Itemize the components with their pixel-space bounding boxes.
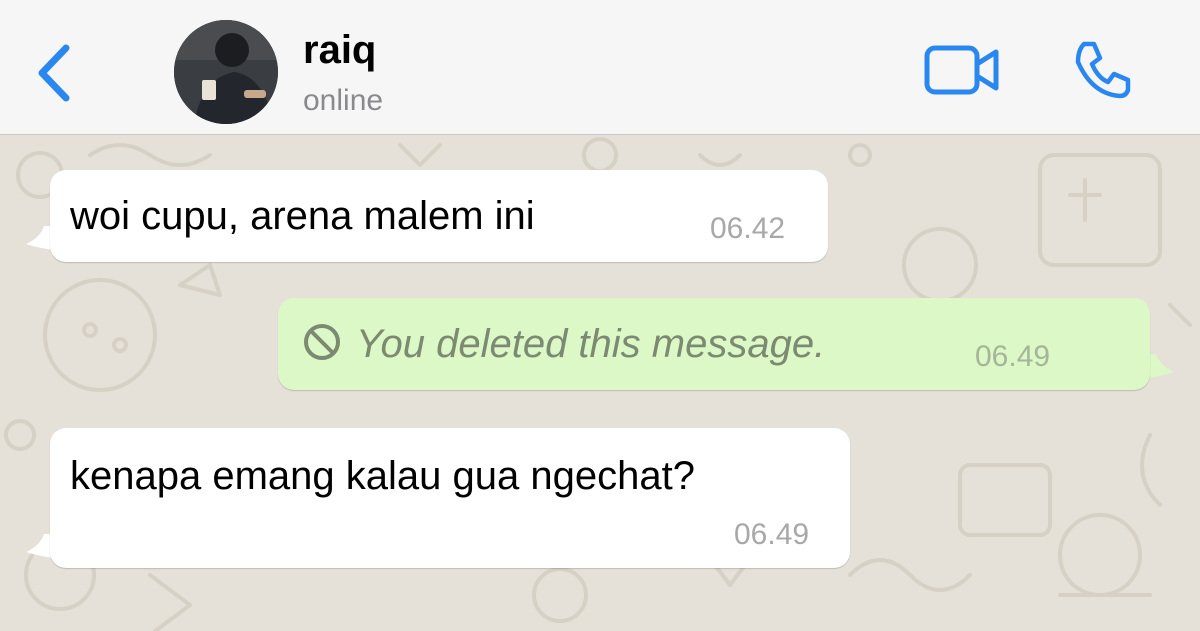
voice-call-button[interactable] [1068,38,1134,104]
back-button[interactable] [30,38,80,108]
phone-icon [1075,41,1131,99]
video-camera-icon [924,45,999,95]
prohibited-icon [304,324,340,360]
contact-name[interactable]: raiq [303,28,376,73]
message-timestamp: 06.49 [975,340,1051,373]
chevron-left-icon [38,44,70,102]
avatar[interactable] [174,20,278,124]
message-bubble-outgoing-deleted[interactable]: You deleted this message. 06.49 [278,298,1150,390]
message-timestamp: 06.42 [710,212,786,245]
deleted-message-text: You deleted this message. [356,322,826,366]
avatar-photo [174,20,278,124]
message-bubble-incoming[interactable]: kenapa emang kalau gua ngechat? 06.49 [50,428,850,568]
contact-status: online [303,84,384,117]
message-timestamp: 06.49 [734,518,810,551]
message-text: kenapa emang kalau gua ngechat? [70,454,695,498]
outgoing-bubble-tail [1146,354,1174,378]
video-call-button[interactable] [922,42,1002,98]
message-text: woi cupu, arena malem ini [70,194,535,238]
message-bubble-incoming[interactable]: woi cupu, arena malem ini 06.42 [50,170,828,262]
chat-header: raiq online [0,0,1200,135]
